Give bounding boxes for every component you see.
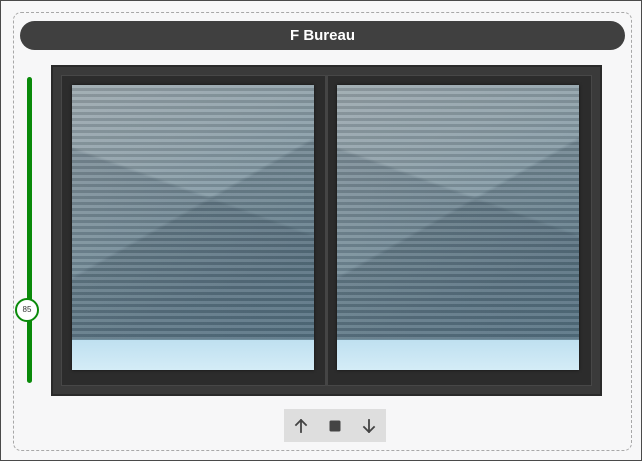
open-button[interactable] bbox=[286, 411, 316, 441]
arrow-up-icon bbox=[294, 418, 308, 433]
cover-controls bbox=[284, 409, 386, 442]
window-pane-right bbox=[337, 85, 579, 370]
shutter-slats-left bbox=[72, 85, 314, 340]
close-button[interactable] bbox=[354, 411, 384, 441]
window-inner bbox=[61, 75, 592, 386]
card-title: F Bureau bbox=[20, 21, 625, 50]
window-frame bbox=[51, 65, 602, 396]
shutter-slats-right bbox=[337, 85, 579, 340]
window-pane-left bbox=[72, 85, 314, 370]
window-mullion bbox=[325, 75, 328, 386]
position-slider-track[interactable] bbox=[27, 77, 32, 383]
stop-square-icon bbox=[329, 420, 341, 431]
app-frame: F Bureau 85 bbox=[0, 0, 642, 461]
position-slider-thumb[interactable]: 85 bbox=[15, 298, 39, 322]
stop-button[interactable] bbox=[320, 411, 350, 441]
window-gap-right bbox=[337, 339, 579, 370]
arrow-down-icon bbox=[362, 418, 376, 433]
window-gap-left bbox=[72, 339, 314, 370]
